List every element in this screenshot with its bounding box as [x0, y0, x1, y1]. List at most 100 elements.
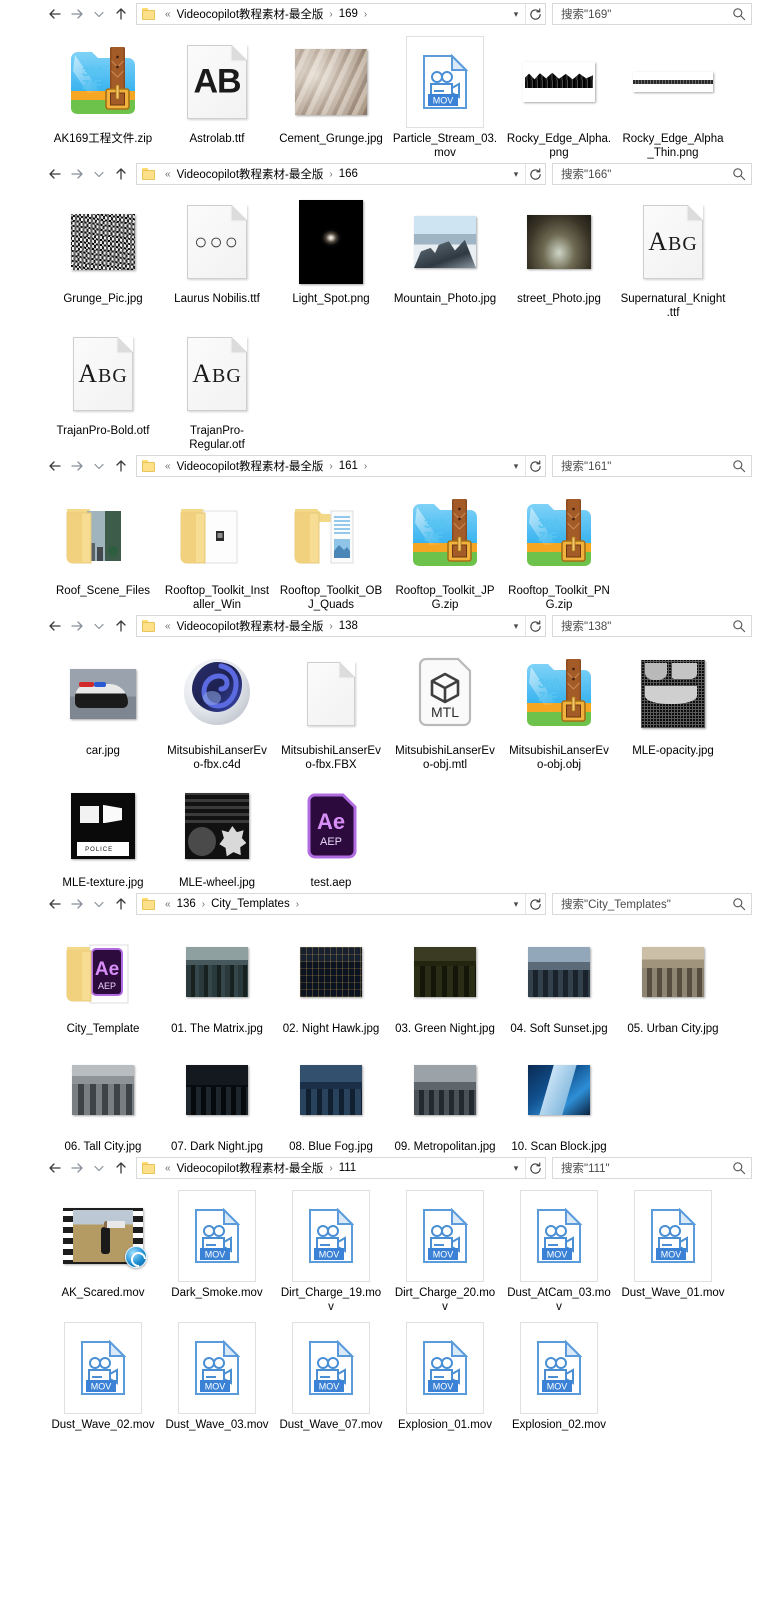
address-dropdown-icon[interactable]: ▾ [507, 164, 525, 184]
recent-locations-chevron-icon[interactable] [88, 893, 110, 915]
file-icon[interactable]: 360 ZIF [55, 34, 151, 130]
file-item[interactable]: MOV Dark_Smoke.mov [160, 1182, 274, 1314]
refresh-icon[interactable] [525, 164, 545, 184]
breadcrumb-item[interactable]: 169 [338, 8, 359, 20]
file-icon[interactable] [55, 194, 151, 290]
file-item[interactable]: MitsubishiLanserEvo-fbx.c4d [160, 640, 274, 772]
file-icon[interactable]: MOV [169, 1188, 265, 1284]
file-item[interactable]: MOV Dust_Wave_02.mov [46, 1314, 160, 1432]
file-item[interactable]: MOV Dust_Wave_03.mov [160, 1314, 274, 1432]
search-icon[interactable] [727, 619, 751, 633]
file-item[interactable]: 02. Night Hawk.jpg [274, 918, 388, 1036]
address-bar[interactable]: «136 › City_Templates › ▾ [136, 893, 546, 915]
file-icon[interactable] [283, 924, 379, 1020]
search-icon[interactable] [727, 167, 751, 181]
search-input[interactable]: 搜索"161" [552, 455, 752, 477]
breadcrumb-separator-icon[interactable]: › [359, 9, 372, 20]
forward-arrow-icon[interactable] [66, 615, 88, 637]
breadcrumb-separator-icon[interactable]: › [359, 461, 372, 472]
file-icon[interactable]: AB [169, 34, 265, 130]
file-item[interactable]: Mountain_Photo.jpg [388, 188, 502, 320]
file-icon[interactable] [169, 924, 265, 1020]
file-icon[interactable]: MOV [511, 1188, 607, 1284]
file-item[interactable]: 06. Tall City.jpg [46, 1036, 160, 1154]
recent-locations-chevron-icon[interactable] [88, 455, 110, 477]
address-dropdown-icon[interactable]: ▾ [507, 1158, 525, 1178]
address-dropdown-icon[interactable]: ▾ [507, 4, 525, 24]
file-icon[interactable]: MOV [511, 1320, 607, 1416]
address-bar[interactable]: «Videocopilot教程素材-最全版 › 111 ▾ [136, 1157, 546, 1179]
file-icon[interactable] [169, 778, 265, 874]
file-icon[interactable]: MOV [283, 1320, 379, 1416]
breadcrumb-item[interactable]: 161 [338, 460, 359, 472]
file-item[interactable]: Ae AEP test.aep [274, 772, 388, 890]
file-icon[interactable] [169, 1042, 265, 1138]
file-icon[interactable] [283, 1042, 379, 1138]
file-icon[interactable] [55, 1188, 151, 1284]
file-item[interactable]: 360 ZIF MitsubishiLanserEvo-obj.obj [502, 640, 616, 772]
refresh-icon[interactable] [525, 616, 545, 636]
breadcrumb-item[interactable]: Videocopilot教程素材-最全版 [176, 618, 325, 634]
file-icon[interactable] [55, 646, 151, 742]
file-icon[interactable]: Ae AEP [283, 778, 379, 874]
back-arrow-icon[interactable] [44, 1157, 66, 1179]
file-icon[interactable]: MOV [55, 1320, 151, 1416]
file-item[interactable]: 360 ZIF AK169工程文件.zip [46, 28, 160, 160]
up-arrow-icon[interactable] [110, 615, 132, 637]
file-item[interactable]: MOV Particle_Stream_03.mov [388, 28, 502, 160]
address-dropdown-icon[interactable]: ▾ [507, 616, 525, 636]
file-item[interactable]: Rocky_Edge_Alpha_Thin.png [616, 28, 730, 160]
file-item[interactable]: MitsubishiLanserEvo-fbx.FBX [274, 640, 388, 772]
breadcrumb-item[interactable]: Videocopilot教程素材-最全版 [176, 166, 325, 182]
breadcrumb-overflow[interactable]: « [160, 899, 176, 910]
file-icon[interactable]: ○○○ [169, 194, 265, 290]
up-arrow-icon[interactable] [110, 3, 132, 25]
search-icon[interactable] [727, 897, 751, 911]
refresh-icon[interactable] [525, 4, 545, 24]
file-icon[interactable]: ABG [169, 326, 265, 422]
file-item[interactable]: ABG Supernatural_Knight.ttf [616, 188, 730, 320]
breadcrumb-overflow[interactable]: « [160, 461, 176, 472]
breadcrumb-item[interactable]: 166 [338, 168, 359, 180]
search-icon[interactable] [727, 7, 751, 21]
up-arrow-icon[interactable] [110, 163, 132, 185]
file-icon[interactable] [625, 646, 721, 742]
back-arrow-icon[interactable] [44, 615, 66, 637]
recent-locations-chevron-icon[interactable] [88, 3, 110, 25]
file-item[interactable]: 05. Urban City.jpg [616, 918, 730, 1036]
breadcrumb-overflow[interactable]: « [160, 9, 176, 20]
file-icon[interactable]: ABG [55, 326, 151, 422]
search-input[interactable]: 搜索"City_Templates" [552, 893, 752, 915]
back-arrow-icon[interactable] [44, 893, 66, 915]
breadcrumb-item[interactable]: Videocopilot教程素材-最全版 [176, 1160, 325, 1176]
file-icon[interactable] [511, 194, 607, 290]
file-item[interactable]: MOV Dust_Wave_07.mov [274, 1314, 388, 1432]
file-item[interactable]: AK_Scared.mov [46, 1182, 160, 1314]
breadcrumb-item[interactable]: 111 [338, 1162, 357, 1174]
file-item[interactable]: MOV Explosion_02.mov [502, 1314, 616, 1432]
file-icon[interactable]: MOV [625, 1188, 721, 1284]
breadcrumb-overflow[interactable]: « [160, 169, 176, 180]
breadcrumb-item[interactable]: 138 [338, 620, 359, 632]
breadcrumb-overflow[interactable]: « [160, 621, 176, 632]
file-item[interactable]: 360 ZIF Rooftop_Toolkit_PNG.zip [502, 480, 616, 612]
file-icon[interactable] [55, 1042, 151, 1138]
file-icon[interactable] [55, 486, 151, 582]
address-dropdown-icon[interactable]: ▾ [507, 456, 525, 476]
search-input[interactable]: 搜索"166" [552, 163, 752, 185]
address-bar[interactable]: «Videocopilot教程素材-最全版 › 161 › ▾ [136, 455, 546, 477]
search-icon[interactable] [727, 1161, 751, 1175]
file-icon[interactable]: 360 ZIF [511, 486, 607, 582]
file-icon[interactable] [283, 486, 379, 582]
breadcrumb-item[interactable]: City_Templates [210, 898, 291, 910]
file-item[interactable]: MOV Dust_Wave_01.mov [616, 1182, 730, 1314]
file-item[interactable]: Ae AEP City_Template [46, 918, 160, 1036]
file-item[interactable]: car.jpg [46, 640, 160, 772]
forward-arrow-icon[interactable] [66, 893, 88, 915]
file-icon[interactable] [397, 924, 493, 1020]
file-icon[interactable]: POLICE [55, 778, 151, 874]
file-item[interactable]: MOV Dust_AtCam_03.mov [502, 1182, 616, 1314]
file-icon[interactable]: 360 ZIF [397, 486, 493, 582]
file-icon[interactable]: MOV [397, 1320, 493, 1416]
up-arrow-icon[interactable] [110, 893, 132, 915]
